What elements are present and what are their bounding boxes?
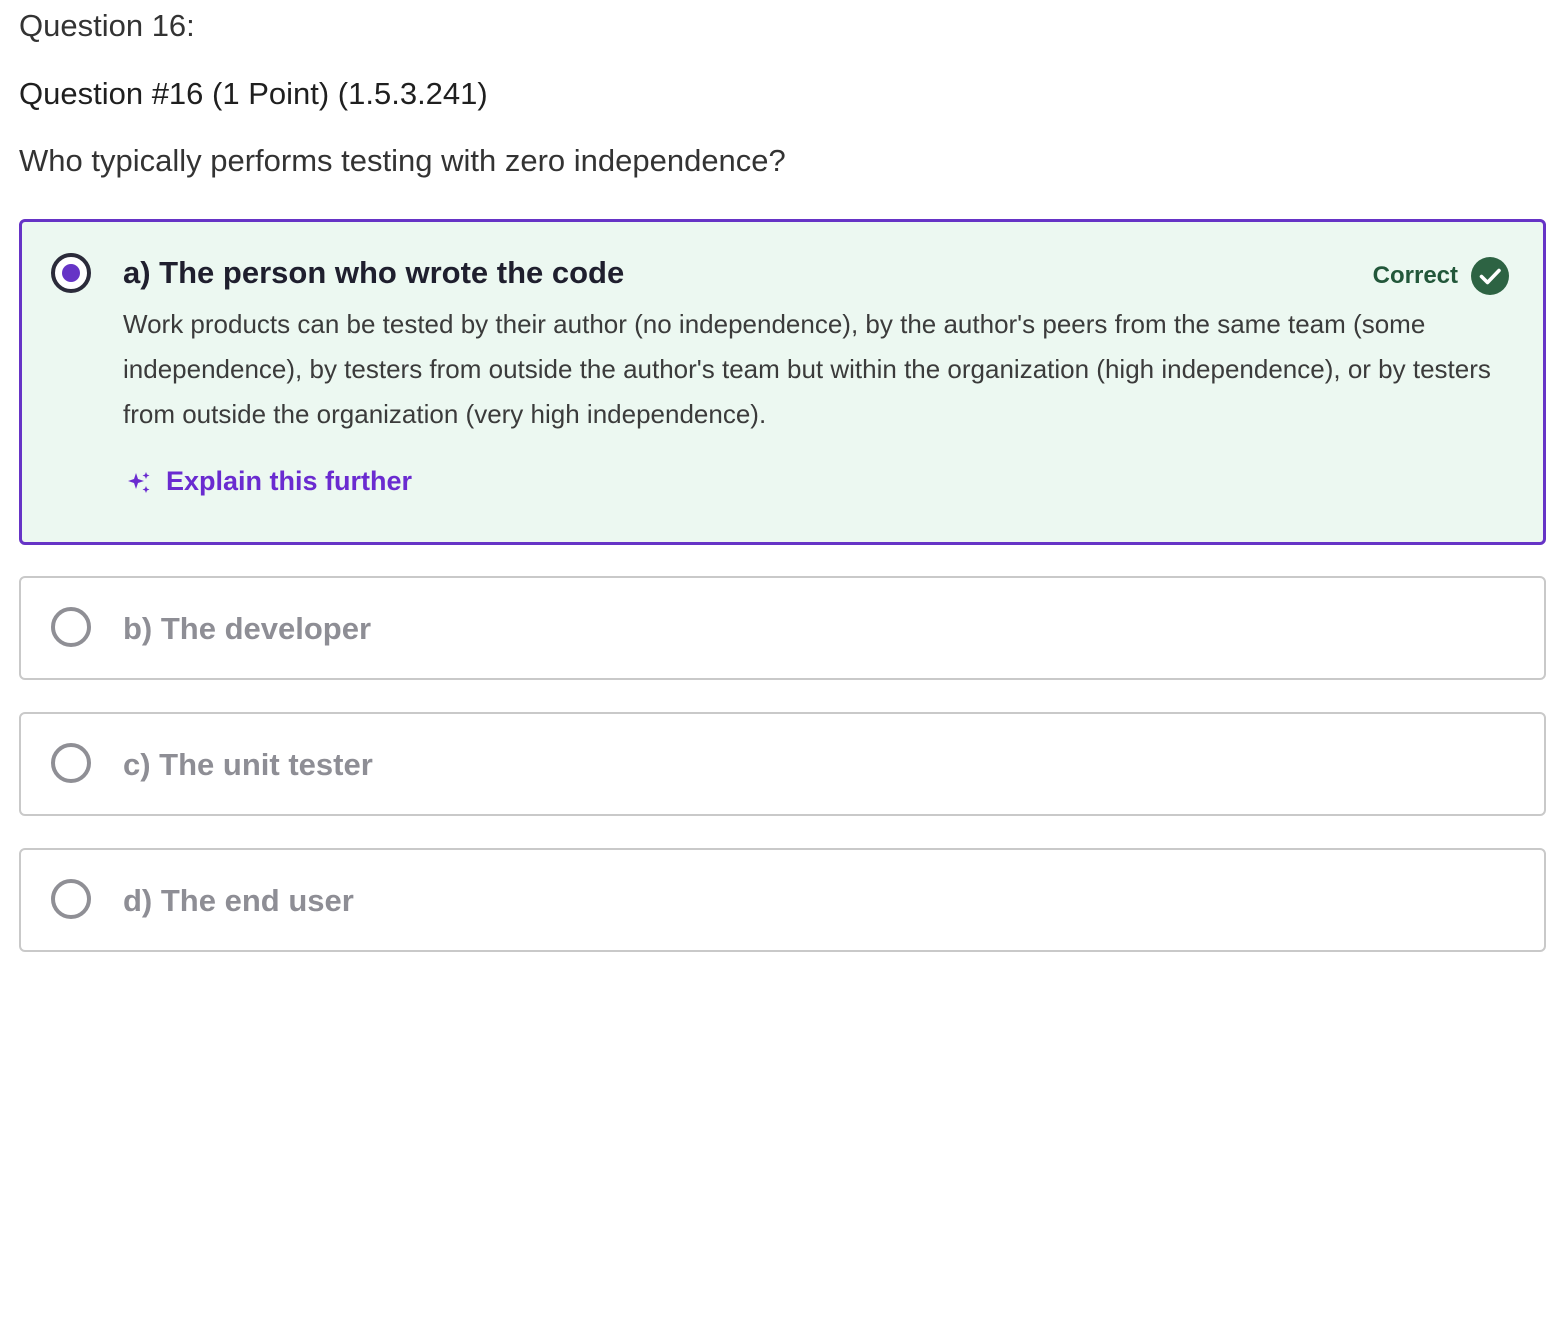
explain-further-link[interactable]: Explain this further [126,466,412,497]
answer-feedback-text: Work products can be tested by their aut… [123,309,1491,429]
radio-unselected-icon[interactable] [51,743,91,783]
check-circle-icon [1471,257,1509,295]
answer-option-label: d) The end user [123,883,354,918]
answer-option-label: b) The developer [123,611,372,646]
answer-option-label: a) The person who wrote the code [123,255,625,290]
question-prompt: Who typically performs testing with zero… [19,143,786,178]
radio-selected-icon[interactable] [51,253,91,293]
explain-further-label: Explain this further [166,466,413,496]
correct-status: Correct [1373,257,1509,295]
question-number-label: Question 16: [19,8,195,43]
radio-unselected-icon[interactable] [51,879,91,919]
answer-option-label: c) The unit tester [123,747,373,782]
answer-option-a[interactable]: a) The person who wrote the code Correct… [19,219,1546,545]
correct-status-label: Correct [1372,262,1458,289]
sparkle-icon [128,471,150,493]
answer-option-c[interactable]: c) The unit tester [19,712,1546,816]
answer-option-b[interactable]: b) The developer [19,576,1546,680]
question-meta: Question #16 (1 Point) (1.5.3.241) [19,76,488,111]
radio-dot [62,264,80,282]
radio-unselected-icon[interactable] [51,607,91,647]
answer-option-d[interactable]: d) The end user [19,848,1546,952]
